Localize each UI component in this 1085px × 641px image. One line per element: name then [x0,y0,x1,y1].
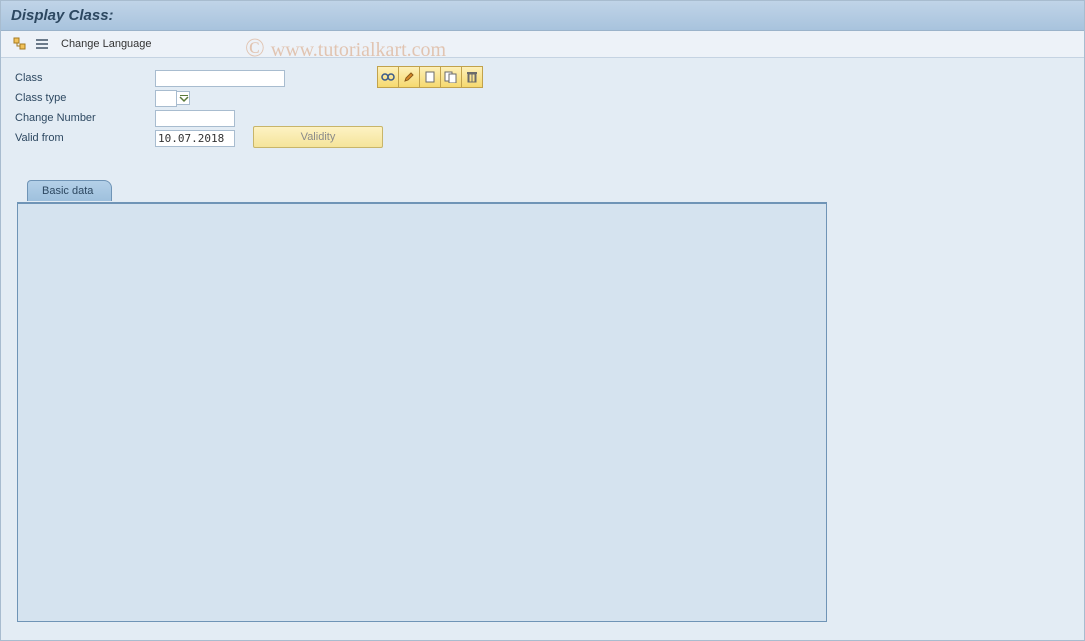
valid-from-label: Valid from [15,132,155,144]
class-list-icon[interactable] [33,35,51,53]
tab-basic-data[interactable]: Basic data [27,180,112,201]
display-icon[interactable] [377,66,399,88]
action-icon-strip [377,66,483,88]
title-bar: Display Class: [1,1,1084,31]
create-icon[interactable] [419,66,441,88]
change-icon[interactable] [398,66,420,88]
class-input[interactable] [155,70,285,87]
form-area: Class Class type Change Number Valid fro… [1,58,1084,632]
tab-strip: Basic data [15,180,1070,202]
change-number-label: Change Number [15,112,155,124]
change-number-input[interactable] [155,110,235,127]
other-class-icon[interactable] [11,35,29,53]
valid-from-input[interactable] [155,130,235,147]
create-with-template-icon[interactable] [440,66,462,88]
class-type-label: Class type [15,92,155,104]
class-type-input[interactable] [155,90,177,107]
tab-panel-basic-data [17,202,827,622]
validity-button[interactable]: Validity [253,126,383,148]
class-type-f4-icon[interactable] [176,91,190,105]
page-title: Display Class: [11,7,114,24]
class-label: Class [15,72,155,84]
change-language-button[interactable]: Change Language [55,36,158,52]
application-toolbar: Change Language [1,31,1084,58]
delete-icon[interactable] [461,66,483,88]
